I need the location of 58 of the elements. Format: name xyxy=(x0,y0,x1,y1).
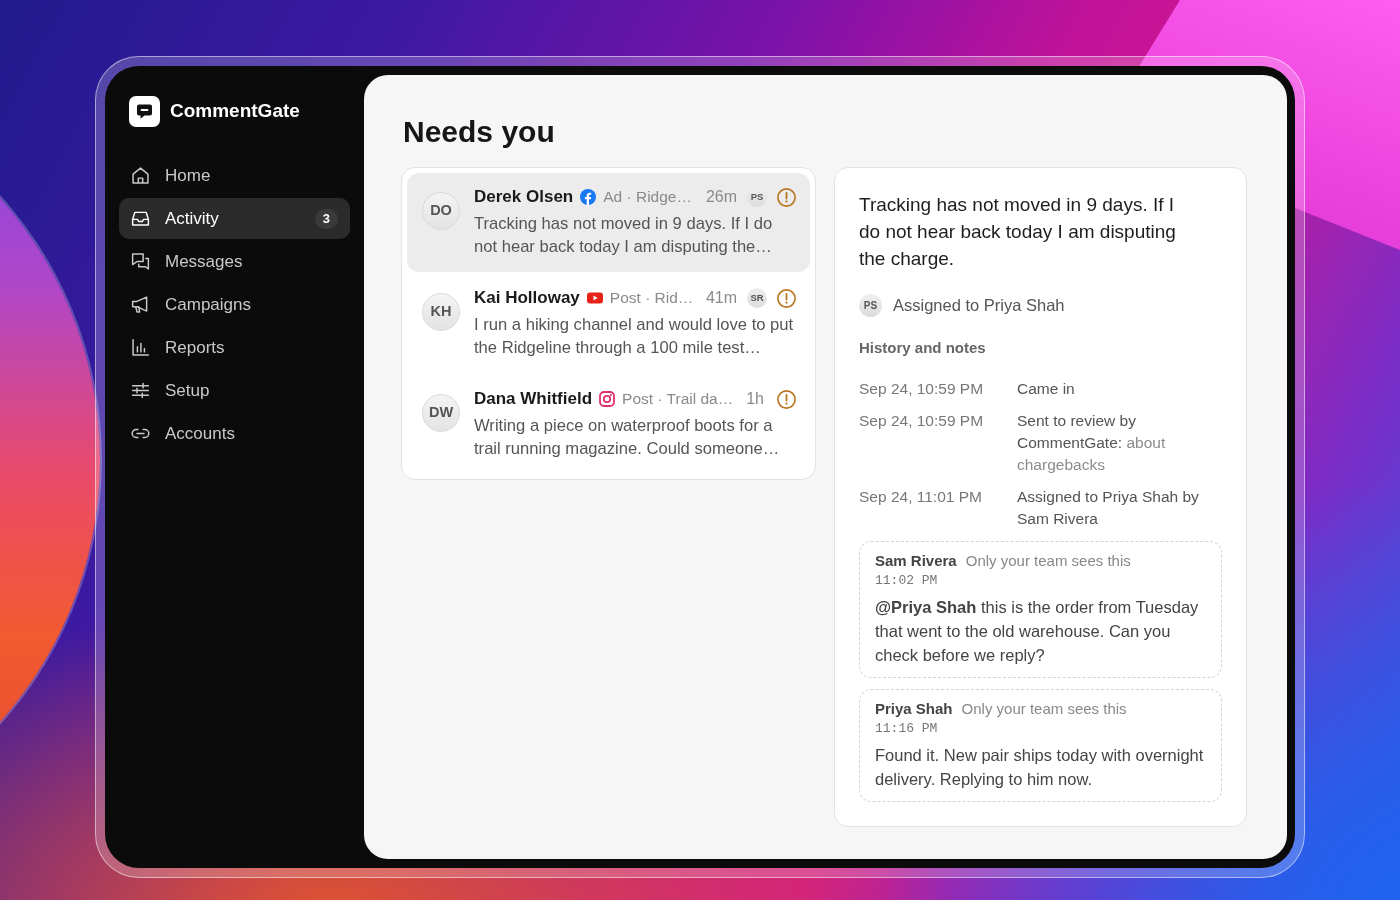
message-preview: I run a hiking channel and would love to put the Ridgeline through a 100 mile test… xyxy=(474,314,795,359)
queue-item[interactable]: KH Kai Holloway Post · Rid… 41m SR I run a hiking channel and would love to put the Ridgeline through a 100 mile test… xyxy=(407,274,810,373)
time-ago: 1h xyxy=(746,389,765,409)
section-heading: History and notes xyxy=(859,337,986,358)
count-badge: 3 xyxy=(314,208,338,229)
history-time: Sep 24, 10:59 PM xyxy=(859,378,985,399)
home-icon xyxy=(130,165,151,186)
nav-item[interactable]: Activity 3 xyxy=(119,198,350,239)
assigned-label: Assigned to Priya Shah xyxy=(893,295,1065,316)
note-time: 11:16 PM xyxy=(875,719,938,738)
avatar: DO xyxy=(422,192,460,230)
assignee-avatar: SR xyxy=(747,288,767,308)
history-time: Sep 24, 11:01 PM xyxy=(859,486,983,507)
history-time: Sep 24, 10:59 PM xyxy=(859,410,985,431)
avatar: KH xyxy=(422,293,460,331)
bar-chart-icon xyxy=(130,337,151,358)
nav-item[interactable]: Setup xyxy=(119,370,350,411)
note-text: @Priya Shah this is the order from Tuesday that went to the old warehouse. Can you check before we reply? xyxy=(875,596,1200,666)
queue-item[interactable]: DW Dana Whitfield Post · Trail da… 1h Writing a piece on waterproof boots for a trail running magazine. Could someone… xyxy=(407,375,810,474)
time-ago: 41m xyxy=(705,288,738,308)
avatar: DW xyxy=(422,394,460,432)
note-time: 11:02 PM xyxy=(875,571,938,590)
alert-icon xyxy=(777,187,796,207)
sender-name: Kai Holloway xyxy=(474,287,580,310)
nav-item[interactable]: Campaigns xyxy=(119,284,350,325)
message-preview: Tracking has not moved in 9 days. If I do not hear back today I am disputing the… xyxy=(474,213,774,258)
time-ago: 26m xyxy=(705,187,738,207)
visibility-label: Only your team sees this xyxy=(961,698,1127,719)
post-meta: Post · Rid… xyxy=(609,288,694,309)
alert-icon xyxy=(777,288,796,308)
youtube-icon xyxy=(586,290,603,306)
history-event: Assigned to Priya Shah by Sam Rivera xyxy=(1017,486,1200,529)
nav-item[interactable]: Messages xyxy=(119,241,350,282)
message-preview: Writing a piece on waterproof boots for a trail running magazine. Could someone… xyxy=(474,415,781,460)
post-meta: Ad · Ridge… xyxy=(603,187,692,208)
sender-name: Dana Whitfield xyxy=(474,388,593,411)
note-text: Found it. New pair ships today with overnight delivery. Replying to him now. xyxy=(875,744,1205,790)
sliders-icon xyxy=(130,380,151,401)
history-event: Sent to review by CommentGate: about chargebacks xyxy=(1017,410,1167,475)
instagram-icon xyxy=(599,391,616,407)
sender-name: Derek Olsen xyxy=(474,186,574,209)
app-name: CommentGate xyxy=(170,99,300,124)
nav-item[interactable]: Reports xyxy=(119,327,350,368)
chat-bubbles-icon xyxy=(130,251,151,272)
visibility-label: Only your team sees this xyxy=(965,550,1131,571)
alert-icon xyxy=(777,389,796,409)
assignee-avatar: PS xyxy=(859,293,882,317)
nav-item[interactable]: Home xyxy=(119,155,350,196)
post-meta: Post · Trail da… xyxy=(622,389,734,410)
history-event: Came in xyxy=(1017,378,1076,399)
detail-message: Tracking has not moved in 9 days. If I do not hear back today I am disputing the charge. xyxy=(859,193,1177,271)
note-author: Sam Rivera xyxy=(875,550,957,571)
note-author: Priya Shah xyxy=(875,698,953,719)
nav-item[interactable]: Accounts xyxy=(119,413,350,454)
logo-icon xyxy=(129,96,160,127)
page-title: Needs you xyxy=(403,114,555,150)
queue-item[interactable]: DO Derek Olsen Ad · Ridge… 26m PS Tracking has not moved in 9 days. If I do not hear back today I am disputing the… xyxy=(407,173,810,272)
facebook-icon xyxy=(580,189,597,205)
